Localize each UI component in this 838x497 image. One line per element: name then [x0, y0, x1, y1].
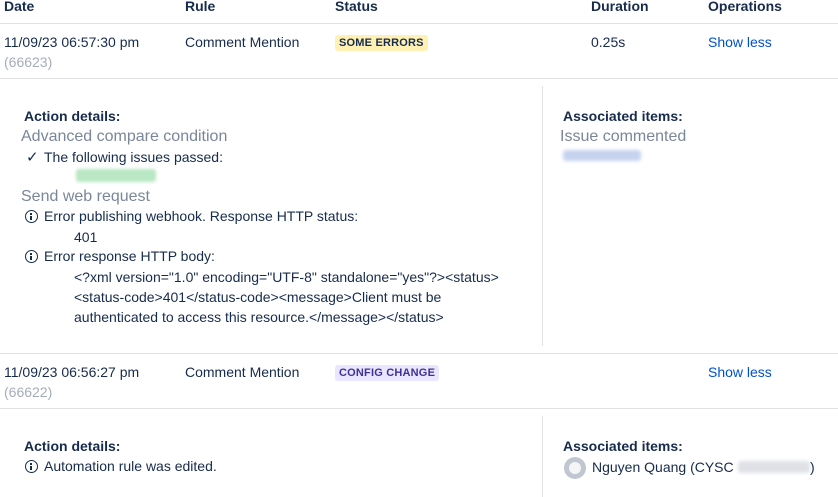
error-body-text: authenticated to access this resource.</… [74, 309, 444, 325]
check-icon: ✓ [26, 149, 39, 166]
info-icon [25, 250, 38, 263]
row-rule: Comment Mention [185, 34, 300, 50]
row-date: 11/09/23 06:56:27 pm [4, 364, 140, 380]
user-avatar-icon [564, 457, 586, 479]
user-name-suffix: ) [810, 459, 815, 475]
error-body-line: Error response HTTP body: [44, 248, 215, 264]
divider [0, 408, 838, 409]
info-icon [25, 210, 38, 223]
show-less-link[interactable]: Show less [708, 364, 772, 380]
divider [0, 78, 838, 79]
associated-items-heading: Associated items: [563, 108, 683, 124]
error-line: Error publishing webhook. Response HTTP … [44, 208, 359, 224]
row-date: 11/09/23 06:57:30 pm [4, 34, 140, 50]
show-less-link[interactable]: Show less [708, 34, 772, 50]
error-body-text: <status-code>401</status-code><message>C… [74, 289, 442, 305]
row-duration: 0.25s [591, 34, 626, 50]
info-icon [25, 460, 38, 473]
row-id: (66622) [4, 384, 53, 400]
error-status-code: 401 [74, 229, 98, 245]
associated-items-heading: Associated items: [563, 438, 683, 454]
action-details-heading: Action details: [24, 108, 121, 124]
status-badge: CONFIG CHANGE [335, 365, 440, 381]
redacted-issue-key [76, 169, 156, 182]
associated-item: Issue commented [560, 128, 687, 145]
divider [0, 23, 838, 24]
compare-condition-title: Advanced compare condition [21, 128, 228, 145]
web-request-title: Send web request [21, 188, 150, 205]
compare-condition-line: The following issues passed: [44, 149, 223, 165]
status-badge: SOME ERRORS [335, 35, 428, 51]
column-header-duration[interactable]: Duration [591, 0, 649, 14]
row-id: (66623) [4, 54, 53, 70]
user-name[interactable]: Nguyen Quang (CYSC [592, 459, 734, 475]
divider [542, 416, 543, 497]
column-header-rule[interactable]: Rule [185, 0, 215, 14]
error-body-text: <?xml version="1.0" encoding="UTF-8" sta… [74, 269, 499, 285]
action-detail-line: Automation rule was edited. [44, 458, 217, 474]
column-header-date[interactable]: Date [4, 0, 34, 14]
divider [542, 86, 543, 346]
redacted-issue-link[interactable] [563, 150, 641, 161]
redacted-user-id [738, 461, 810, 473]
action-details-heading: Action details: [24, 438, 121, 454]
row-rule: Comment Mention [185, 364, 300, 380]
column-header-status[interactable]: Status [335, 0, 378, 14]
column-header-operations: Operations [708, 0, 782, 14]
divider [0, 353, 838, 354]
